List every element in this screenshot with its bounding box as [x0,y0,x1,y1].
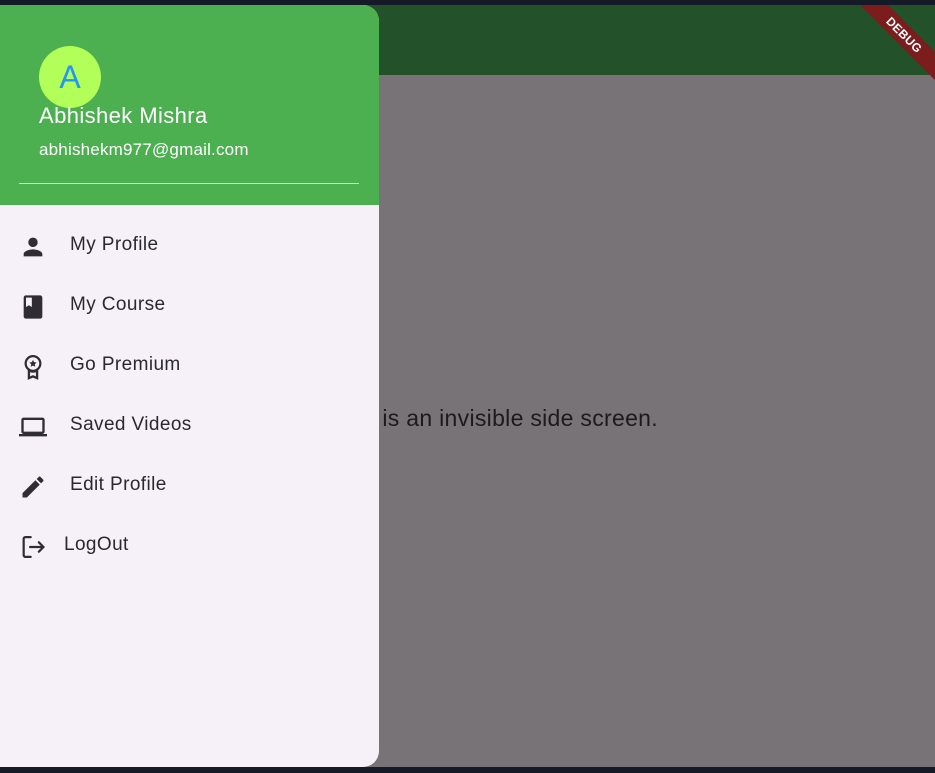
menu-item-saved-videos[interactable]: Saved Videos [0,396,379,456]
avatar[interactable]: A [39,46,101,108]
account-name: Abhishek Mishra [39,103,208,128]
drawer-menu: My Profile My Course Go Premium Saved Vi… [0,216,379,576]
drawer-header: A Abhishek Mishra abhishekm977@gmail.com [0,5,379,205]
header-divider [19,183,359,184]
navigation-drawer: A Abhishek Mishra abhishekm977@gmail.com… [0,5,379,767]
person-icon [19,233,47,261]
menu-item-label: My Course [70,294,166,315]
logout-icon [19,533,47,561]
menu-item-label: Go Premium [70,354,181,375]
menu-item-label: LogOut [64,534,129,555]
menu-item-edit-profile[interactable]: Edit Profile [0,456,379,516]
menu-item-go-premium[interactable]: Go Premium [0,336,379,396]
app-screen: This is an invisible side screen. DEBUG … [0,5,935,767]
menu-item-label: Saved Videos [70,414,192,435]
menu-item-my-course[interactable]: My Course [0,276,379,336]
account-email: abhishekm977@gmail.com [39,140,249,159]
menu-item-label: Edit Profile [70,474,167,495]
premium-badge-icon [19,353,47,381]
edit-icon [19,473,47,501]
menu-item-label: My Profile [70,234,159,255]
book-icon [19,293,47,321]
menu-item-logout[interactable]: LogOut [0,516,379,576]
laptop-icon [19,413,47,441]
menu-item-my-profile[interactable]: My Profile [0,216,379,276]
